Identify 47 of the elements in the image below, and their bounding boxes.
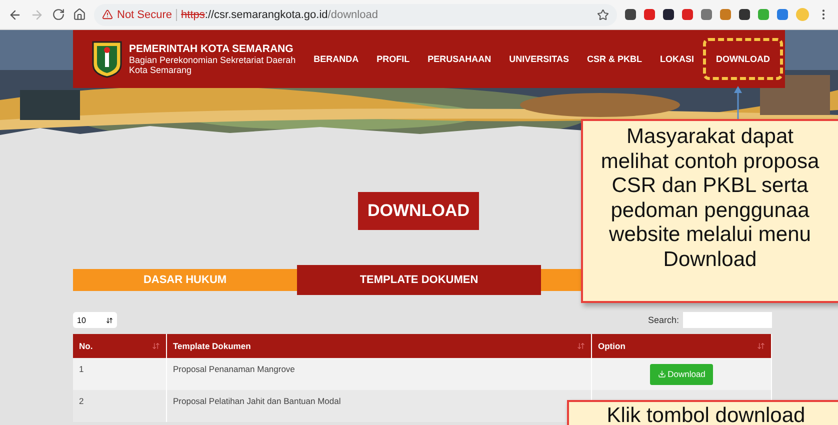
- tab[interactable]: TEMPLATE DOKUMEN: [297, 265, 541, 295]
- nav-link[interactable]: PROFIL: [368, 50, 419, 68]
- nav-link[interactable]: CSR & PKBL: [578, 50, 651, 68]
- warning-icon: [102, 9, 113, 20]
- search-field[interactable]: [683, 312, 772, 328]
- table-cell: 2: [73, 390, 167, 422]
- download-icon: [658, 370, 666, 378]
- nav-link[interactable]: BERANDA: [304, 50, 368, 68]
- extension-icon[interactable]: [663, 9, 674, 20]
- nav-link[interactable]: DOWNLOAD: [703, 38, 783, 80]
- sort-arrows-icon[interactable]: [577, 342, 585, 350]
- connector-arrow: [734, 86, 742, 119]
- sort-arrows-icon[interactable]: [757, 342, 765, 350]
- callout-text: Klik tombol download: [606, 404, 806, 425]
- nav-link[interactable]: PERUSAHAAN: [418, 50, 500, 68]
- callout-text: CSR dan PKBL serta: [612, 174, 808, 198]
- address-bar[interactable]: Not Secure https://csr.semarangkota.go.id/download: [94, 4, 617, 26]
- sort-arrows-icon[interactable]: [152, 342, 160, 350]
- security-label: Not Secure: [117, 8, 172, 20]
- nav-link[interactable]: UNIVERSITAS: [500, 50, 578, 68]
- callout-text: melihat contoh proposa: [600, 150, 820, 174]
- callout-text: website melalui menu: [609, 223, 811, 248]
- crest-icon: [91, 40, 123, 78]
- callout-text: Masyarakat dapat: [626, 125, 794, 150]
- page-heading: DOWNLOAD: [358, 192, 480, 230]
- column-header[interactable]: No.: [73, 334, 167, 358]
- back-icon[interactable]: [8, 8, 22, 22]
- callout-text: Download: [663, 248, 757, 272]
- nav-link[interactable]: LOKASI: [650, 50, 703, 68]
- extension-icon[interactable]: [739, 9, 750, 20]
- table-cell: 1: [73, 358, 167, 390]
- reload-icon[interactable]: [52, 8, 65, 21]
- star-icon[interactable]: [597, 8, 609, 20]
- search-label: Search:: [648, 315, 679, 325]
- column-header[interactable]: Template Dokumen: [167, 334, 592, 358]
- callout-text: pedoman penggunaa: [610, 198, 810, 223]
- site-subtitle: Bagian Perekonomian Sekretariat Daerah: [129, 55, 296, 65]
- table-cell: Proposal Pelatihan Jahit dan Bantuan Modal: [167, 390, 592, 422]
- site-title: PEMERINTAH KOTA SEMARANG: [129, 43, 294, 55]
- extension-icon[interactable]: [625, 9, 636, 20]
- home-icon[interactable]: [73, 8, 86, 21]
- sort-arrows-icon: [106, 316, 113, 324]
- page-size-select[interactable]: 10: [73, 312, 117, 328]
- url-text: https://csr.semarangkota.go.id/download: [181, 8, 378, 20]
- table-cell: Proposal Penanaman Mangrove: [167, 358, 592, 390]
- site-subtitle: Kota Semarang: [129, 65, 193, 75]
- column-header[interactable]: Option: [592, 334, 772, 358]
